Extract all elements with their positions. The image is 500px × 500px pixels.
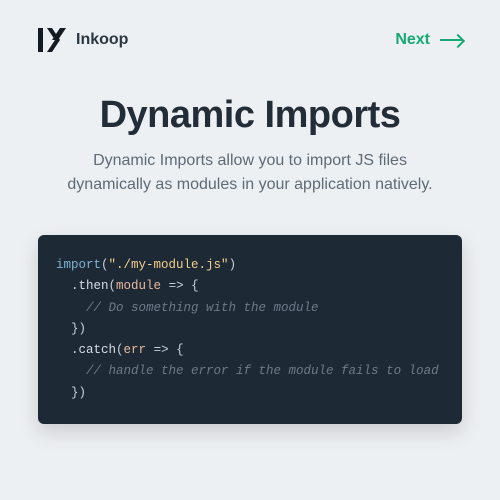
code-token: err xyxy=(124,343,147,357)
code-token: => xyxy=(169,279,184,293)
hero: Dynamic Imports Dynamic Imports allow yo… xyxy=(0,52,500,197)
code-token: ( xyxy=(101,258,109,272)
code-token: ( xyxy=(109,279,117,293)
logo: Inkoop xyxy=(38,28,128,52)
brand-name: Inkoop xyxy=(76,31,128,49)
arrow-right-icon xyxy=(440,39,462,41)
code-token: .catch xyxy=(71,343,116,357)
code-token: ) xyxy=(79,322,87,336)
code-token: "./my-module.js" xyxy=(109,258,229,272)
page-title: Dynamic Imports xyxy=(40,94,460,137)
code-comment: // Do something with the module xyxy=(86,301,319,315)
code-token: ) xyxy=(79,386,87,400)
code-token: .then xyxy=(71,279,109,293)
code-token: { xyxy=(191,279,199,293)
logo-mark-icon xyxy=(38,28,66,52)
code-token: ( xyxy=(116,343,124,357)
code-token: } xyxy=(71,322,79,336)
code-token: { xyxy=(176,343,184,357)
header: Inkoop Next xyxy=(0,0,500,52)
code-token: import xyxy=(56,258,101,272)
code-token: => xyxy=(154,343,169,357)
code-token: ) xyxy=(229,258,237,272)
next-link[interactable]: Next xyxy=(395,31,462,49)
page-subtitle: Dynamic Imports allow you to import JS f… xyxy=(40,149,460,197)
code-token: module xyxy=(116,279,161,293)
code-token: } xyxy=(71,386,79,400)
code-comment: // handle the error if the module fails … xyxy=(86,364,439,378)
code-block: import("./my-module.js") .then(module =>… xyxy=(38,235,462,424)
next-label: Next xyxy=(395,31,430,49)
